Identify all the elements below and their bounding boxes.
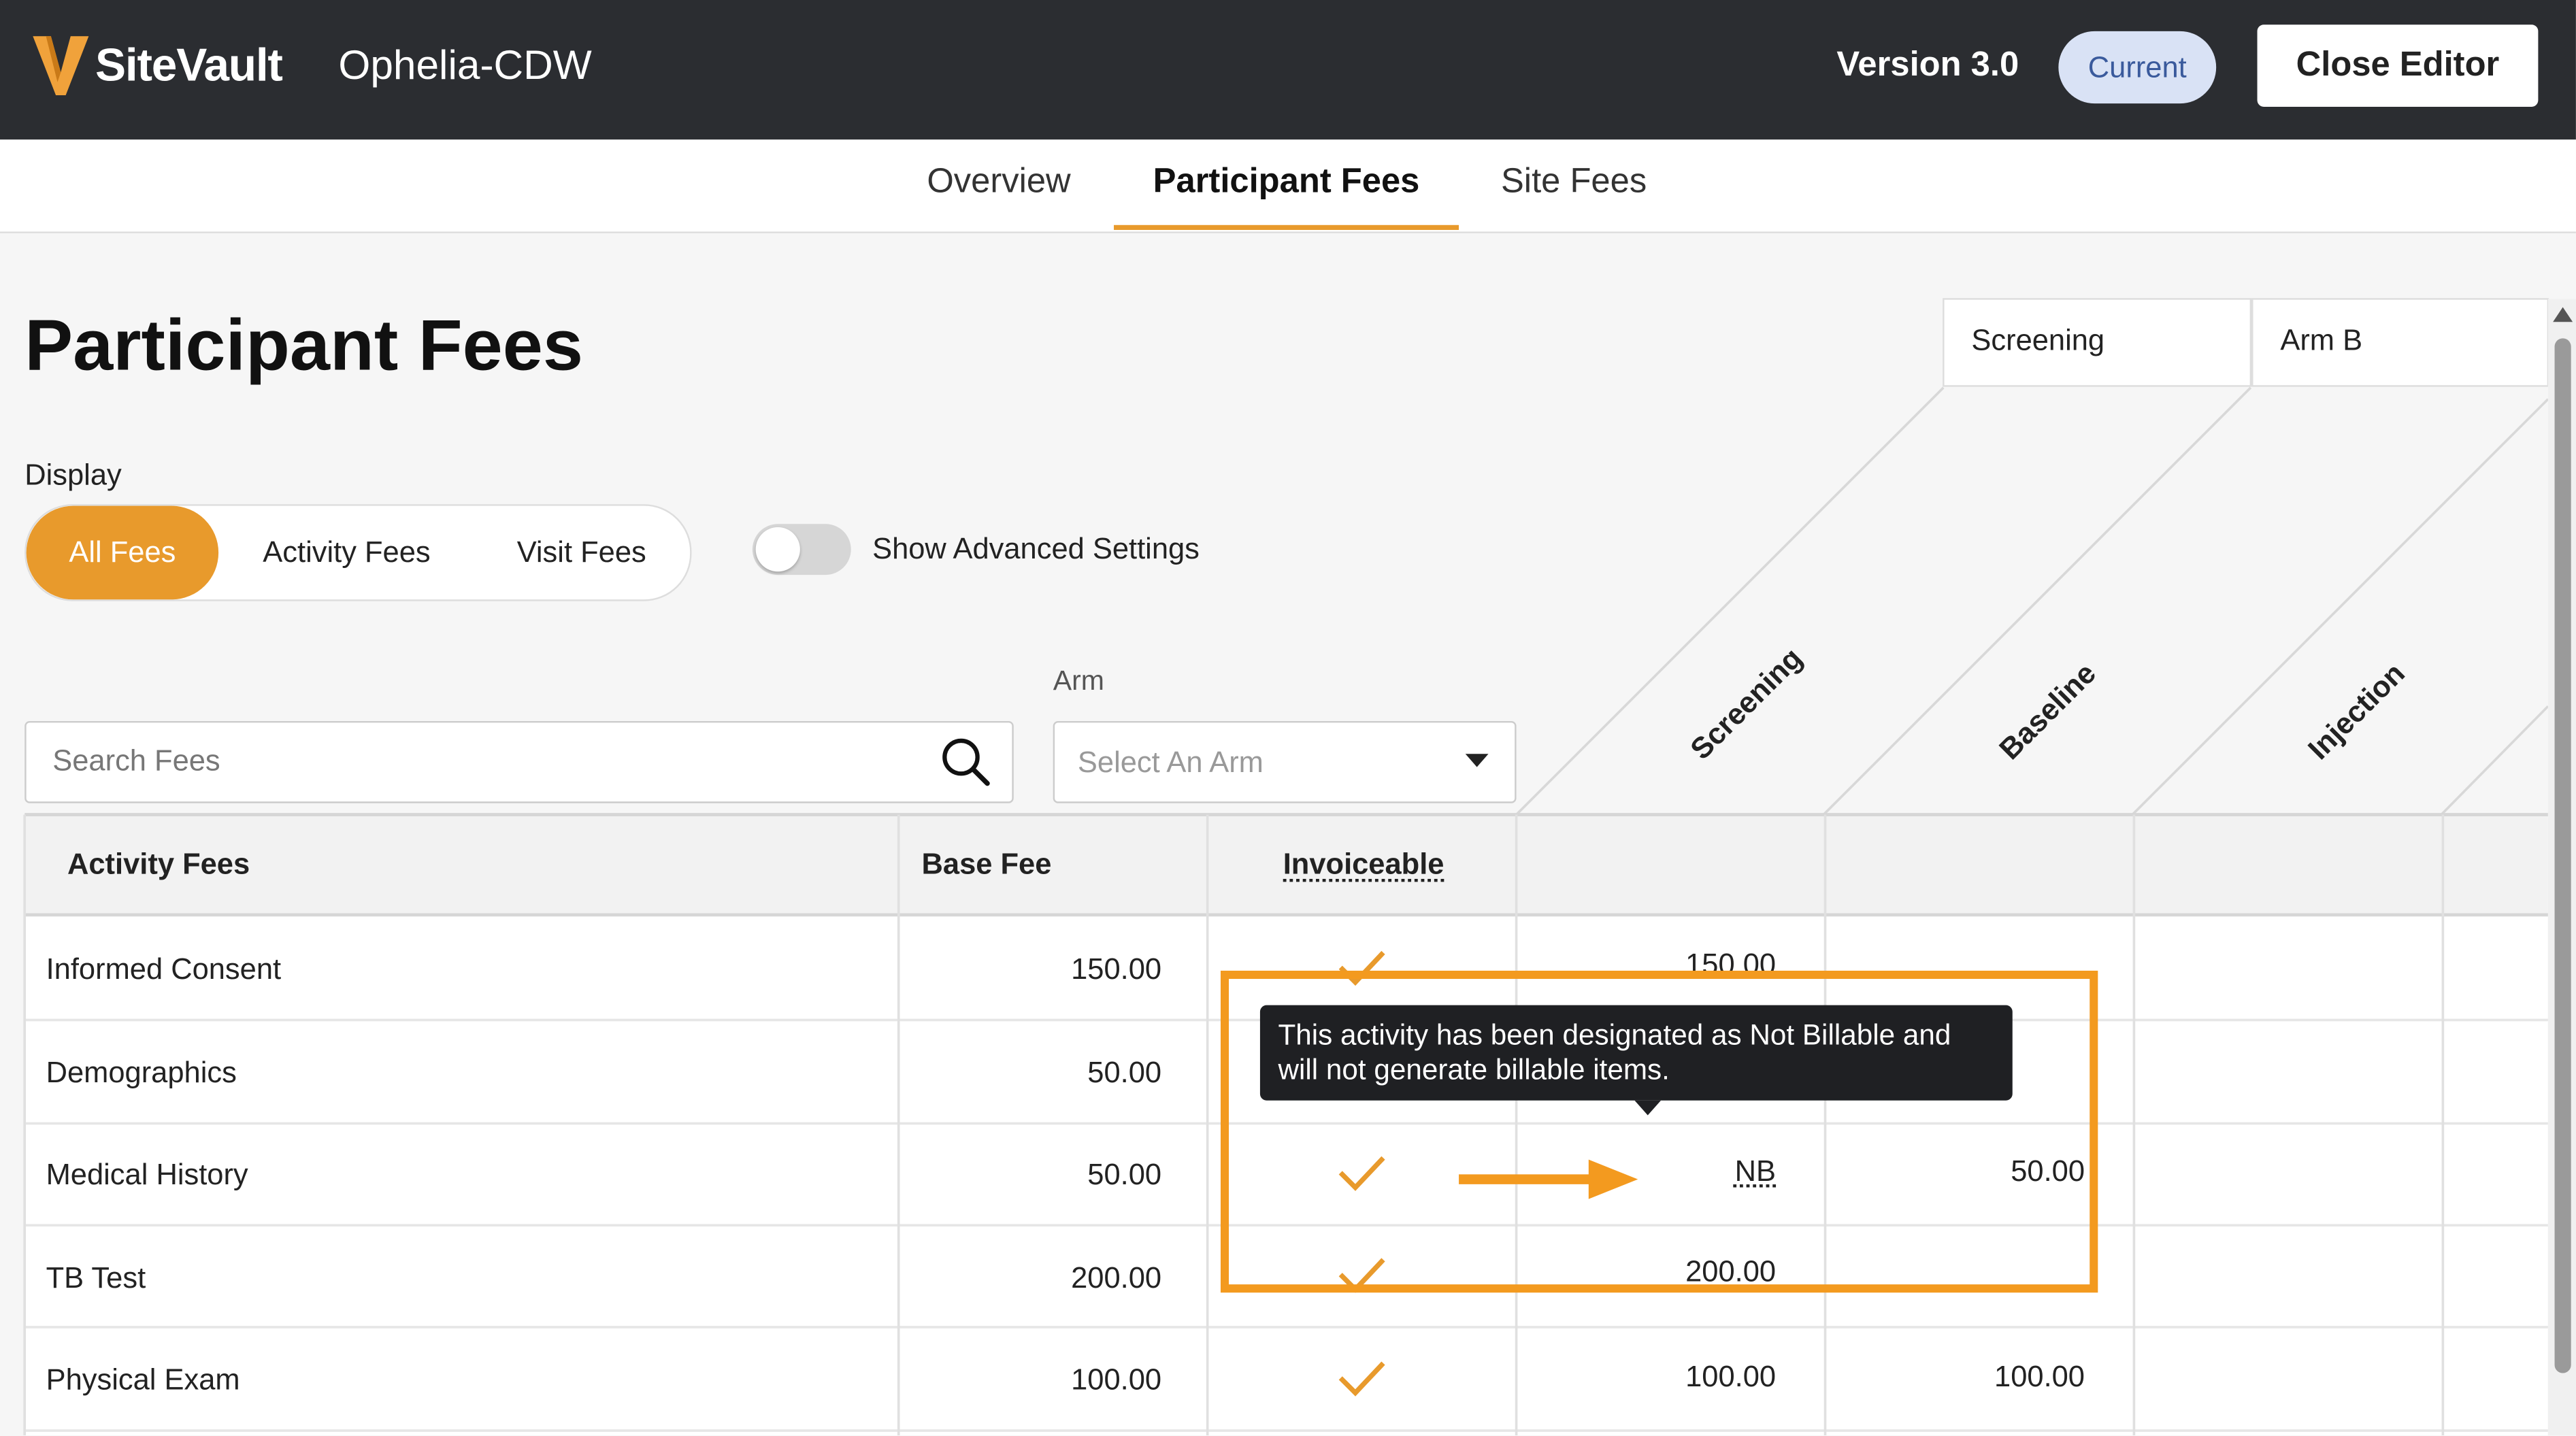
column-header-activity-fees[interactable]: Activity Fees [67, 815, 250, 914]
row-base-fee: 200.00 [1071, 1261, 1162, 1295]
app-window: SiteVault Ophelia-CDW Version 3.0 Curren… [0, 0, 2576, 1436]
arm-header-arm-b: Arm B [2280, 323, 2363, 356]
row-base-fee: 100.00 [1071, 1363, 1162, 1397]
cell-screening-fee[interactable]: 100.00 [1579, 1360, 1776, 1395]
row-name-tb-test: TB Test [46, 1261, 146, 1295]
row-name-demographics: Demographics [46, 1056, 237, 1089]
cell-baseline-fee[interactable]: 100.00 [1887, 1360, 2085, 1395]
row-base-fee: 150.00 [1071, 952, 1162, 986]
column-header-base-fee[interactable]: Base Fee [922, 815, 1052, 914]
vertical-scrollbar[interactable] [2547, 299, 2576, 1436]
epoch-header-screening: Screening [1971, 323, 2105, 356]
arrow-right-icon [1459, 1159, 1638, 1199]
row-name-physical-exam: Physical Exam [46, 1363, 240, 1397]
scroll-up-arrow-icon[interactable] [2553, 307, 2573, 322]
row-name-informed-consent: Informed Consent [46, 952, 282, 986]
row-base-fee: 50.00 [1087, 1158, 1162, 1191]
highlight-annotation-box [1220, 970, 2098, 1293]
column-header-invoiceable[interactable]: Invoiceable [1283, 815, 1444, 914]
scrollbar-thumb[interactable] [2554, 338, 2571, 1373]
row-base-fee: 50.00 [1087, 1056, 1162, 1089]
row-name-medical-history: Medical History [46, 1158, 248, 1191]
check-icon [1338, 1361, 1385, 1397]
